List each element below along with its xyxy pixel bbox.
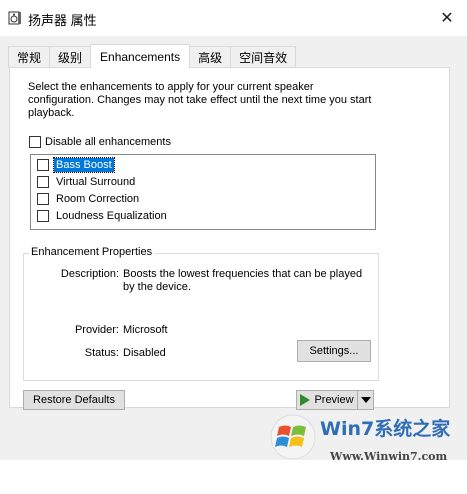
checkbox-box[interactable] bbox=[37, 176, 49, 188]
intro-text: Select the enhancements to apply for you… bbox=[28, 81, 388, 120]
checkbox-box[interactable] bbox=[37, 159, 49, 171]
list-item-label: Loudness Equalization bbox=[56, 210, 167, 222]
description-line: by the device. bbox=[123, 281, 191, 293]
preview-button[interactable]: Preview bbox=[296, 390, 358, 410]
list-item-label: Virtual Surround bbox=[56, 176, 136, 188]
restore-defaults-button[interactable]: Restore Defaults bbox=[23, 390, 125, 410]
enhancements-panel: Select the enhancements to apply for you… bbox=[9, 67, 450, 408]
window-title: 扬声器 属性 bbox=[28, 13, 97, 28]
dialog-client: 常规 级别 Enhancements 高级 空间音效 Select the en… bbox=[0, 36, 467, 463]
speaker-icon bbox=[8, 11, 21, 25]
list-item-virtual-surround[interactable]: Virtual Surround bbox=[37, 174, 137, 190]
description-line: Boosts the lowest frequencies that can b… bbox=[123, 268, 363, 280]
list-item-label: Room Correction bbox=[56, 193, 140, 205]
play-icon bbox=[300, 394, 311, 406]
tab-spatial-sound[interactable]: 空间音效 bbox=[230, 46, 297, 68]
intro-line: Select the enhancements to apply for you… bbox=[28, 81, 314, 93]
preview-label: Preview bbox=[314, 394, 354, 406]
disable-all-checkbox[interactable]: Disable all enhancements bbox=[29, 136, 171, 148]
windows-logo-icon bbox=[270, 414, 316, 460]
close-icon: ✕ bbox=[440, 10, 454, 27]
description-value: Boosts the lowest frequencies that can b… bbox=[123, 268, 373, 294]
watermark: Win7系统之家 Www.Winwin7.com bbox=[268, 412, 464, 494]
enhancement-properties-group: Enhancement Properties Description: Boos… bbox=[23, 246, 379, 381]
status-label: Status: bbox=[84, 347, 119, 359]
close-button[interactable]: ✕ bbox=[427, 0, 467, 36]
provider-label: Provider: bbox=[74, 324, 119, 336]
list-item-bass-boost[interactable]: Bass Boost bbox=[37, 157, 115, 173]
provider-value: Microsoft bbox=[123, 324, 168, 336]
checkbox-box[interactable] bbox=[37, 193, 49, 205]
description-label: Description: bbox=[60, 268, 119, 280]
preview-dropdown-button[interactable] bbox=[358, 390, 374, 410]
watermark-brand: Win7系统之家 bbox=[320, 418, 451, 440]
watermark-url: Www.Winwin7.com bbox=[330, 450, 448, 463]
intro-line: playback. bbox=[28, 107, 75, 119]
chevron-down-icon bbox=[360, 397, 371, 403]
checkbox-box[interactable] bbox=[37, 210, 49, 222]
title-bar: 扬声器 属性 ✕ bbox=[0, 0, 467, 36]
list-item-room-correction[interactable]: Room Correction bbox=[37, 191, 141, 207]
checkbox-box[interactable] bbox=[29, 136, 41, 148]
list-item-loudness-equalization[interactable]: Loudness Equalization bbox=[37, 208, 169, 224]
preview-split-button: Preview bbox=[296, 390, 374, 410]
status-value: Disabled bbox=[123, 347, 166, 359]
enhancements-list[interactable]: Bass Boost Virtual Surround Room Correct… bbox=[30, 154, 376, 230]
tab-levels[interactable]: 级别 bbox=[49, 46, 92, 68]
list-item-label: Bass Boost bbox=[53, 157, 115, 173]
intro-line: configuration. Changes may not take effe… bbox=[28, 94, 372, 106]
tab-general[interactable]: 常规 bbox=[8, 46, 51, 68]
disable-all-label: Disable all enhancements bbox=[45, 136, 171, 148]
tab-enhancements[interactable]: Enhancements bbox=[90, 44, 191, 68]
group-title: Enhancement Properties bbox=[29, 246, 155, 258]
tab-strip: 常规 级别 Enhancements 高级 空间音效 bbox=[8, 44, 297, 68]
settings-button[interactable]: Settings... bbox=[297, 340, 371, 362]
tab-advanced[interactable]: 高级 bbox=[189, 46, 232, 68]
